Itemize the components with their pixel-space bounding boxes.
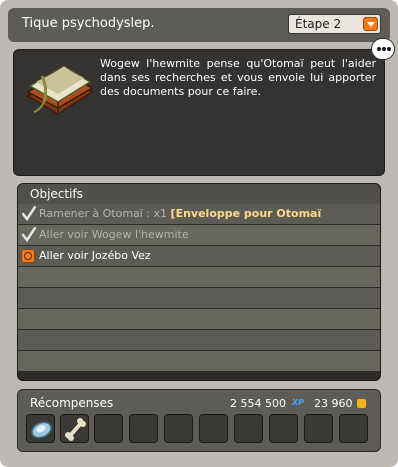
description-panel: Wogew l'hewmite pense qu'Otomaï peut l'a… <box>13 49 385 176</box>
quest-title: Tique psychodyslep. <box>22 16 155 31</box>
objective-row-empty <box>18 309 380 330</box>
reward-slot-empty <box>304 414 333 443</box>
objective-row-empty <box>18 351 380 372</box>
objectives-header: Objectifs <box>18 184 380 204</box>
rewards-panel: Récompenses 2 554 500 XP 23 960 <box>17 389 381 452</box>
reward-slot[interactable] <box>26 414 55 443</box>
bone-item-icon <box>65 418 86 441</box>
objective-text: Ramener à Otomaï : x1 [Enveloppe pour Ot… <box>39 207 322 220</box>
quest-window: Tique psychodyslep. Étape 2 Wogew l'hewm… <box>0 0 398 467</box>
checkmark-icon <box>22 206 36 221</box>
reward-slot-empty <box>339 414 368 443</box>
kamas-icon <box>357 399 366 408</box>
objective-row-empty <box>18 288 380 309</box>
reward-slot-empty <box>234 414 263 443</box>
reward-slot-empty <box>94 414 123 443</box>
step-value: Étape 2 <box>295 17 342 31</box>
reward-slot-empty <box>164 414 193 443</box>
objective-row-empty <box>18 330 380 351</box>
rewards-label: Récompenses <box>30 396 114 410</box>
reward-slot[interactable] <box>60 414 89 443</box>
quest-description: Wogew l'hewmite pense qu'Otomaï peut l'a… <box>100 57 376 98</box>
kamas-value: 23 960 <box>314 397 353 410</box>
chevron-down-icon[interactable] <box>363 17 378 31</box>
objective-row: Ramener à Otomaï : x1 [Enveloppe pour Ot… <box>18 204 380 225</box>
objective-text: Aller voir Wogew l'hewmite <box>39 228 189 241</box>
objective-row: Aller voir Wogew l'hewmite <box>18 225 380 246</box>
objectives-panel: Objectifs Ramener à Otomaï : x1 [Envelop… <box>17 183 381 381</box>
reward-slot-empty <box>129 414 158 443</box>
objective-row-empty <box>18 267 380 288</box>
reward-slot-empty <box>199 414 228 443</box>
dialog-bubble-icon[interactable] <box>371 38 395 60</box>
reward-slot-empty <box>269 414 298 443</box>
objective-item-link[interactable]: [Enveloppe pour Otomaï <box>171 207 322 220</box>
book-icon <box>26 65 94 115</box>
compass-icon[interactable] <box>21 249 35 263</box>
xp-value: 2 554 500 <box>230 397 286 410</box>
step-dropdown[interactable]: Étape 2 <box>288 14 381 34</box>
xp-icon: XP <box>292 398 305 407</box>
objective-row[interactable]: Aller voir Jozébo Vez <box>18 246 380 267</box>
checkmark-icon <box>22 227 36 242</box>
objective-text: Aller voir Jozébo Vez <box>39 249 151 262</box>
gem-item-icon <box>31 421 52 439</box>
